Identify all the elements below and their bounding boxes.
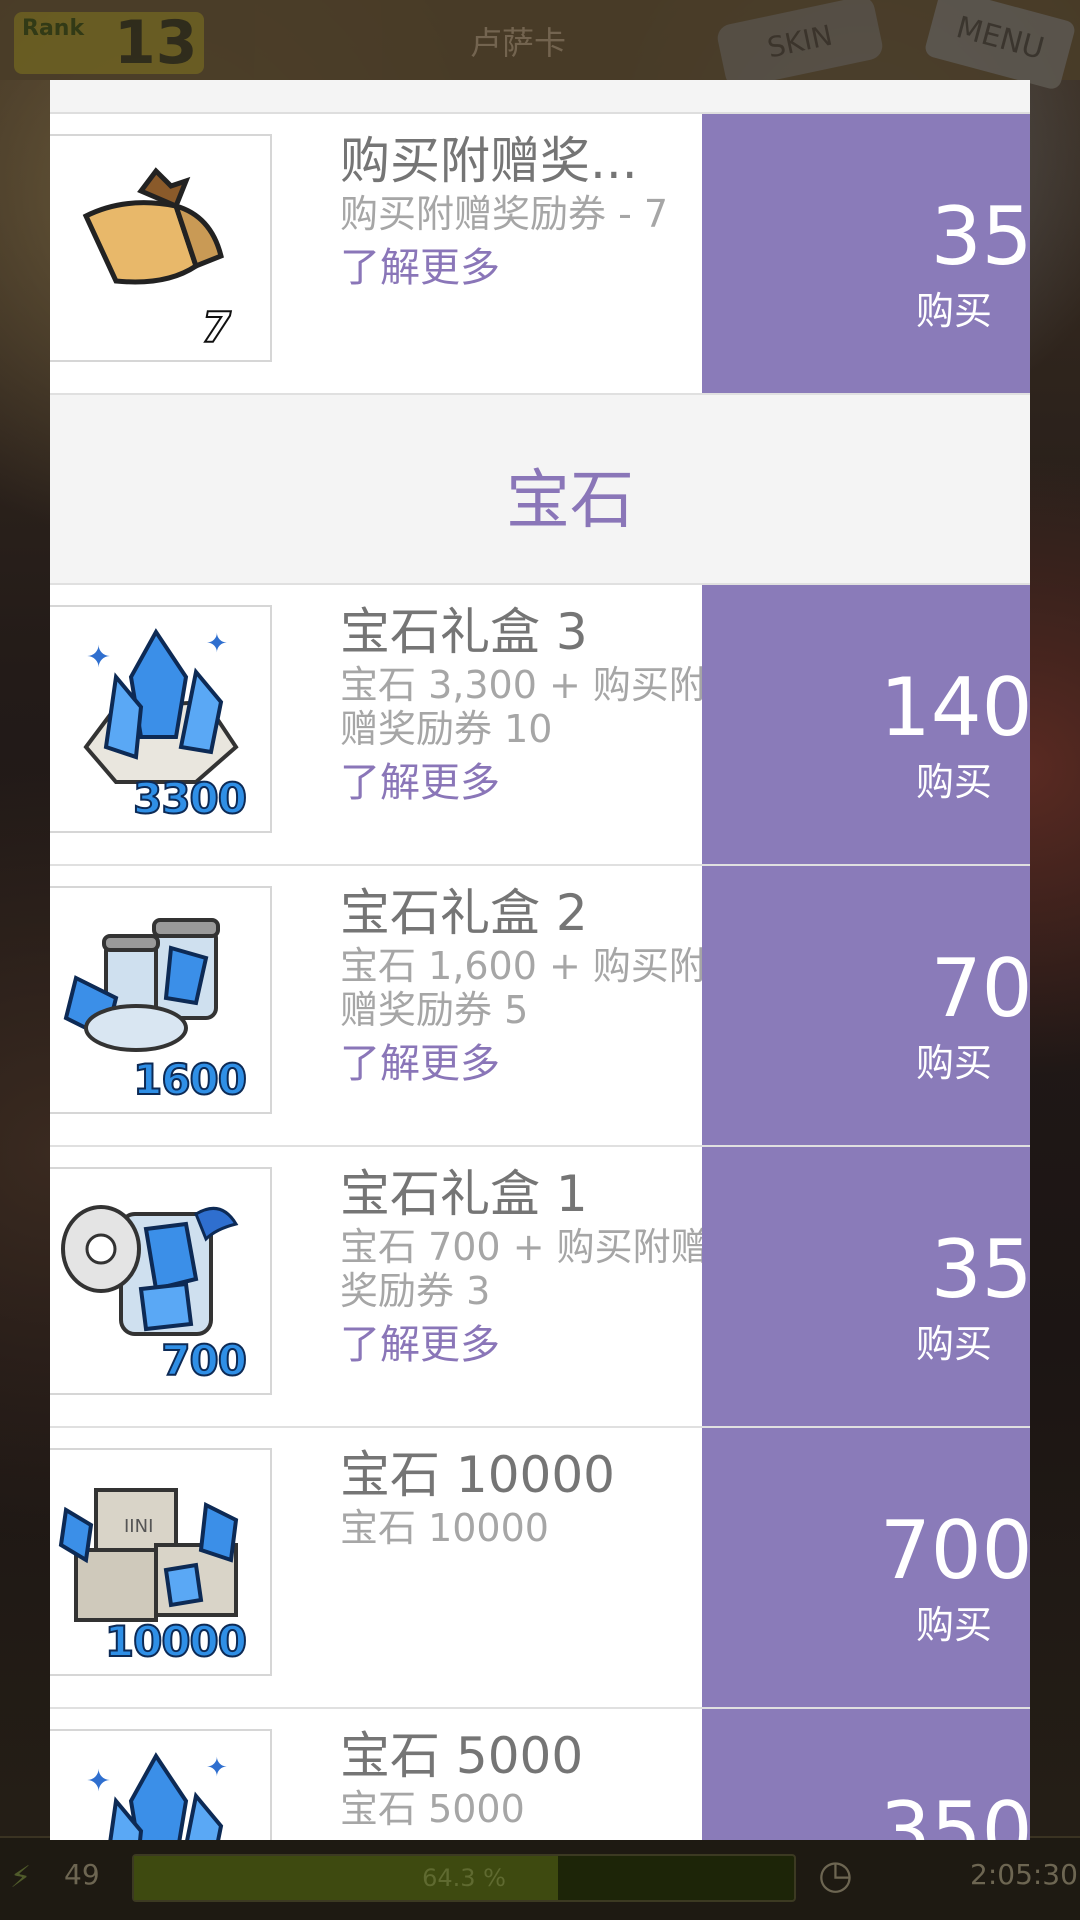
product-row-gem-box-2: 1600 宝石礼盒 2 宝石 1,600 + 购买附赠奖励券 5 了解更多 70… [50, 866, 1030, 1147]
learn-more-link[interactable]: 了解更多 [340, 240, 740, 296]
learn-more-link[interactable]: 了解更多 [340, 755, 740, 811]
product-description: 宝石 700 + 购买附赠奖励券 3 [340, 1225, 709, 1313]
product-description: 宝石 5000 [340, 1787, 525, 1831]
product-title: 宝石 10000 [340, 1446, 615, 1504]
product-description: 宝石 3,300 + 购买附赠奖励券 10 [340, 663, 707, 751]
shop-list[interactable]: 7 购买附赠奖... 购买附赠奖励券 - 7 了解更多 35 元 购买 宝石 [50, 114, 1030, 1840]
product-thumbnail: 700 [50, 1167, 272, 1395]
level-value: 49 [64, 1858, 100, 1891]
buy-button[interactable]: 35 元 购买 [702, 1147, 1030, 1426]
thumb-count: 10000 [104, 1616, 248, 1667]
clock-icon: ◷ [818, 1852, 853, 1898]
product-description: 购买附赠奖励券 - 7 [340, 192, 669, 236]
product-row-gem-10000: IINI 10000 宝石 10000 宝石 10000 700 元 购买 [50, 1428, 1030, 1709]
product-thumbnail: ✦ ✦ 3300 [50, 605, 272, 833]
thumb-count: 700 [160, 1335, 248, 1386]
svg-text:✦: ✦ [206, 629, 228, 659]
svg-text:✦: ✦ [86, 1764, 111, 1799]
product-title: 宝石 5000 [340, 1727, 584, 1785]
thumb-count: 7 [201, 302, 232, 353]
location-name: 卢萨卡 [470, 24, 567, 62]
learn-more-link[interactable]: 了解更多 [340, 1317, 740, 1373]
rank-value: 13 [114, 8, 198, 78]
rank-badge: Rank 13 [14, 8, 204, 78]
shop-dialog: 7 购买附赠奖... 购买附赠奖励券 - 7 了解更多 35 元 购买 宝石 [50, 80, 1030, 1840]
buy-button[interactable]: 35 元 购买 [702, 114, 1030, 393]
buy-button[interactable]: 350 元 购买 [702, 1709, 1030, 1840]
buy-label: 购买 [915, 760, 992, 804]
svg-text:IINI: IINI [124, 1516, 153, 1537]
product-row-coupon: 7 购买附赠奖... 购买附赠奖励券 - 7 了解更多 35 元 购买 [50, 114, 1030, 395]
level-progress-text: 64.3 % [422, 1864, 506, 1892]
product-row-gem-5000: ✦ ✦ 宝石 5000 宝石 5000 350 元 购买 [50, 1709, 1030, 1840]
buy-label: 购买 [915, 1603, 992, 1647]
product-thumbnail: IINI 10000 [50, 1448, 272, 1676]
game-top-bar: Rank 13 卢萨卡 SKIN MENU [0, 0, 1080, 91]
coupon-scroll-icon [82, 167, 224, 285]
product-info: 宝石礼盒 2 宝石 1,600 + 购买附赠奖励券 5 了解更多 [340, 882, 740, 1092]
gem-crystal-pile-icon: ✦ ✦ [86, 1752, 228, 1840]
product-price: 35 元 [930, 1223, 1030, 1316]
product-description: 宝石 1,600 + 购买附赠奖励券 5 [340, 944, 707, 1032]
product-price: 35 元 [930, 190, 1030, 283]
game-status-bar: ⚡ 49 64.3 % ◷ 2:05:30 [0, 1836, 1080, 1920]
svg-text:✦: ✦ [86, 640, 111, 675]
product-row-gem-box-3: ✦ ✦ 3300 宝石礼盒 3 宝石 3,300 + 购买附赠奖励券 10 了解… [50, 585, 1030, 866]
product-price: 70 元 [930, 942, 1030, 1035]
product-thumbnail: 1600 [50, 886, 272, 1114]
buy-label: 购买 [915, 289, 992, 333]
product-info: 宝石礼盒 1 宝石 700 + 购买附赠奖励券 3 了解更多 [340, 1163, 740, 1373]
timer-value: 2:05:30 [970, 1858, 1078, 1891]
buy-button[interactable]: 140 元 购买 [702, 585, 1030, 864]
product-title: 宝石礼盒 3 [340, 603, 588, 661]
product-info: 宝石 5000 宝石 5000 [340, 1725, 740, 1831]
product-price: 140 元 [879, 661, 1030, 754]
product-thumbnail: ✦ ✦ [50, 1729, 272, 1840]
svg-text:✦: ✦ [206, 1753, 228, 1783]
product-price: 350 元 [879, 1785, 1030, 1840]
dialog-top-strip [50, 80, 1030, 114]
product-title: 宝石礼盒 2 [340, 884, 588, 942]
product-price: 700 元 [879, 1504, 1030, 1597]
learn-more-link[interactable]: 了解更多 [340, 1036, 740, 1092]
rank-label: Rank [22, 16, 85, 41]
level-icon: ⚡ [10, 1860, 32, 1895]
product-info: 宝石 10000 宝石 10000 [340, 1444, 740, 1550]
buy-label: 购买 [915, 1041, 992, 1085]
buy-button[interactable]: 700 元 购买 [702, 1428, 1030, 1707]
thumb-count: 3300 [132, 773, 248, 824]
buy-button[interactable]: 70 元 购买 [702, 866, 1030, 1145]
product-description: 宝石 10000 [340, 1506, 549, 1550]
section-header: 宝石 [50, 395, 1030, 585]
product-info: 宝石礼盒 3 宝石 3,300 + 购买附赠奖励券 10 了解更多 [340, 601, 740, 811]
product-thumbnail: 7 [50, 134, 272, 362]
product-info: 购买附赠奖... 购买附赠奖励券 - 7 了解更多 [340, 130, 740, 296]
product-row-gem-box-1: 700 宝石礼盒 1 宝石 700 + 购买附赠奖励券 3 了解更多 35 元 … [50, 1147, 1030, 1428]
section-title: 宝石 [506, 464, 634, 538]
product-title: 购买附赠奖... [340, 132, 638, 190]
product-title: 宝石礼盒 1 [340, 1165, 588, 1223]
level-progress-bar: 64.3 % [132, 1854, 796, 1902]
thumb-count: 1600 [132, 1054, 248, 1105]
skin-button[interactable]: SKIN [715, 0, 885, 90]
buy-label: 购买 [915, 1322, 992, 1366]
menu-button[interactable]: MENU [923, 0, 1077, 91]
